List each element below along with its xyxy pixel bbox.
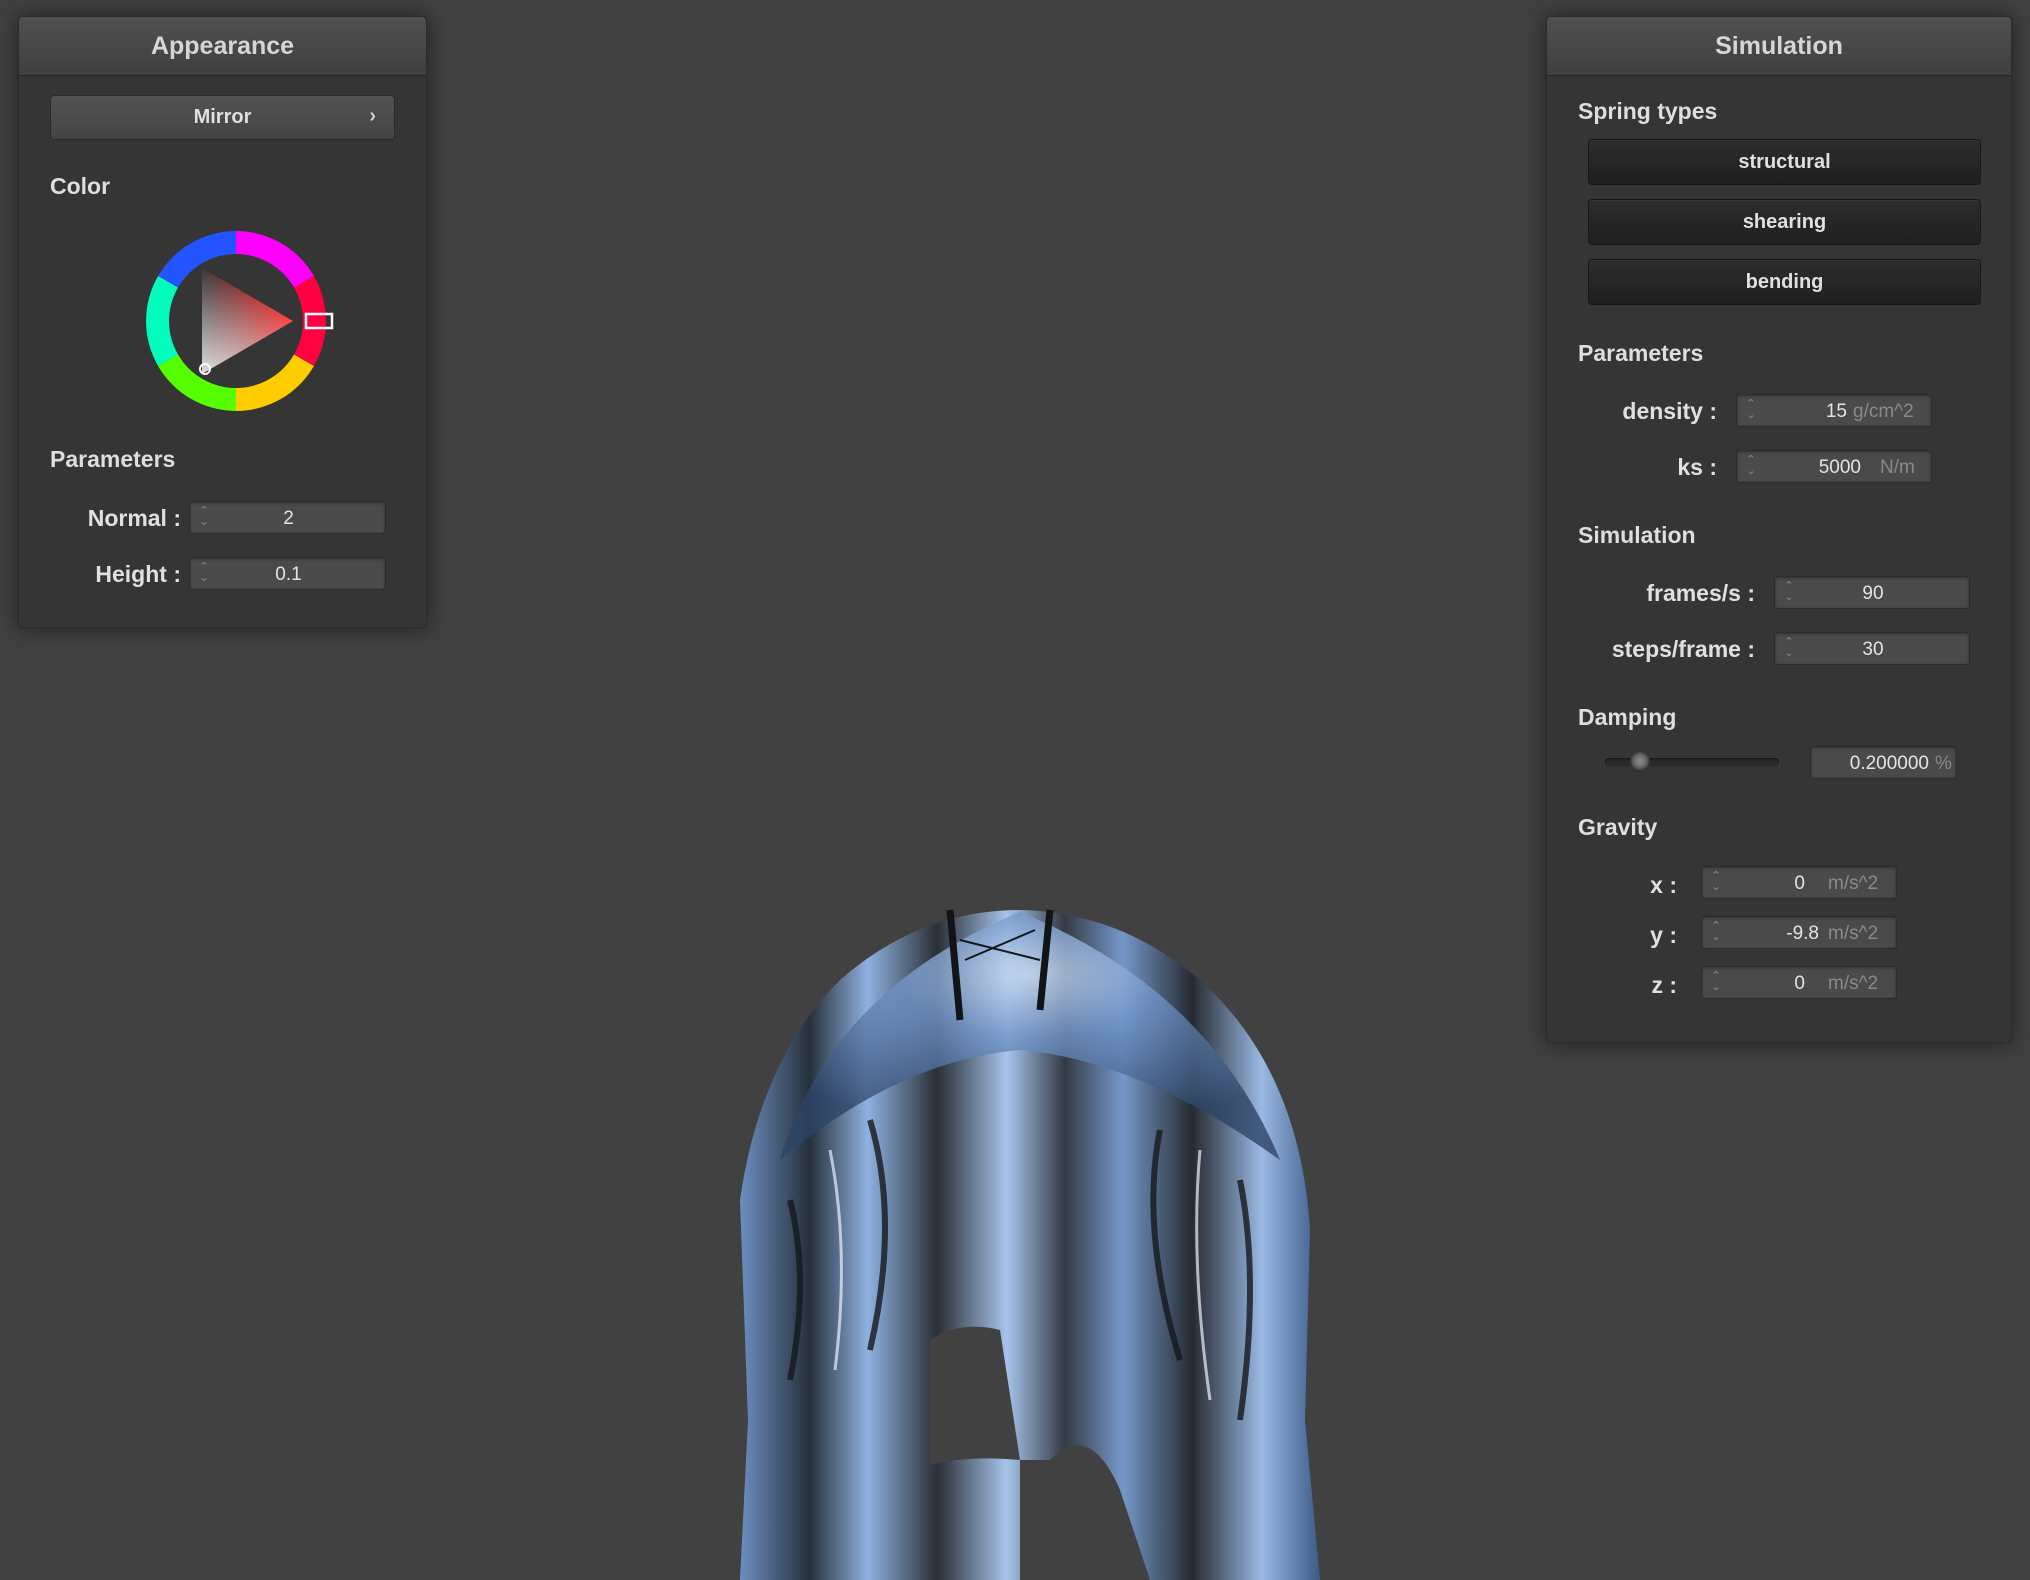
spinner-icon[interactable]: ⌃ ⌄: [1708, 921, 1724, 946]
appearance-panel: Appearance Mirror › Color Parameters Nor…: [18, 16, 427, 628]
damping-input[interactable]: 0.200000 %: [1810, 746, 1957, 779]
gravity-x-label: x :: [1650, 872, 1677, 898]
height-label: Height :: [95, 561, 181, 587]
shearing-toggle-button[interactable]: shearing: [1588, 199, 1981, 245]
gravity-x-unit: m/s^2: [1828, 873, 1879, 894]
ks-unit: N/m: [1880, 457, 1915, 478]
gravity-section-title: Gravity: [1578, 814, 1658, 840]
color-wheel[interactable]: [136, 221, 336, 421]
spinner-icon[interactable]: ⌃ ⌄: [1743, 399, 1759, 424]
ks-label: ks :: [1677, 454, 1717, 480]
gravity-y-value: -9.8: [1786, 923, 1819, 944]
steps-per-frame-value: 30: [1862, 639, 1884, 660]
gravity-y-unit: m/s^2: [1828, 923, 1879, 944]
damping-unit: %: [1935, 753, 1952, 774]
simulation-panel: Simulation Spring types structural shear…: [1546, 16, 2012, 1043]
steps-per-frame-input[interactable]: ⌃ ⌄ 30: [1774, 632, 1970, 665]
simulation-panel-title: Simulation: [1547, 17, 2011, 76]
density-value: 15: [1825, 401, 1847, 422]
spinner-icon[interactable]: ⌃ ⌄: [1708, 971, 1724, 996]
ks-input[interactable]: ⌃ ⌄ 5000 N/m: [1736, 450, 1932, 483]
gravity-z-input[interactable]: ⌃ ⌄ 0 m/s^2: [1701, 966, 1897, 999]
simulation-section-title: Simulation: [1578, 522, 1696, 548]
shader-popup-label: Mirror: [193, 106, 252, 128]
normal-label: Normal :: [87, 505, 181, 531]
bending-toggle-button[interactable]: bending: [1588, 259, 1981, 305]
structural-toggle-button[interactable]: structural: [1588, 139, 1981, 185]
gravity-y-label: y :: [1650, 922, 1677, 948]
gravity-z-unit: m/s^2: [1828, 973, 1879, 994]
density-label: density :: [1622, 398, 1717, 424]
gravity-z-value: 0: [1794, 973, 1805, 994]
frames-per-second-input[interactable]: ⌃ ⌄ 90: [1774, 576, 1970, 609]
height-value: 0.1: [275, 564, 302, 585]
damping-section-title: Damping: [1578, 704, 1677, 730]
damping-value: 0.200000: [1849, 753, 1929, 774]
normal-value: 2: [283, 508, 294, 529]
spinner-icon[interactable]: ⌃ ⌄: [1708, 871, 1724, 896]
appearance-parameters-title: Parameters: [50, 446, 176, 472]
density-input[interactable]: ⌃ ⌄ 15 g/cm^2: [1736, 394, 1932, 427]
spring-types-title: Spring types: [1578, 98, 1718, 124]
appearance-panel-title: Appearance: [19, 17, 426, 76]
cloth-mirror-render: [740, 909, 1320, 1580]
damping-slider-handle[interactable]: [1629, 752, 1650, 772]
ks-value: 5000: [1818, 457, 1861, 478]
gravity-y-input[interactable]: ⌃ ⌄ -9.8 m/s^2: [1701, 916, 1897, 949]
spinner-icon[interactable]: ⌃ ⌄: [1743, 455, 1759, 480]
density-unit: g/cm^2: [1853, 401, 1914, 422]
steps-per-frame-label: steps/frame :: [1611, 636, 1755, 662]
chevron-right-icon: ›: [369, 105, 376, 127]
frames-per-second-value: 90: [1862, 583, 1884, 604]
gravity-x-input[interactable]: ⌃ ⌄ 0 m/s^2: [1701, 866, 1897, 899]
frames-per-second-label: frames/s :: [1646, 580, 1755, 606]
height-input[interactable]: ⌃ ⌄ 0.1: [189, 557, 386, 590]
gravity-z-label: z :: [1651, 972, 1677, 998]
simulation-parameters-title: Parameters: [1578, 340, 1704, 366]
color-section-title: Color: [50, 173, 111, 199]
gravity-x-value: 0: [1794, 873, 1805, 894]
normal-input[interactable]: ⌃ ⌄ 2: [189, 501, 386, 534]
shader-popup-button[interactable]: Mirror ›: [50, 95, 395, 140]
